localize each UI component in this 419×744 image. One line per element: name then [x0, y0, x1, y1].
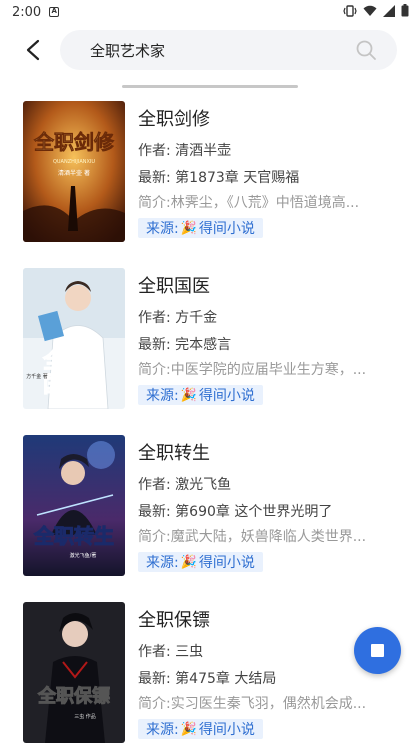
party-popper-icon: 🎉: [180, 387, 197, 403]
book-item[interactable]: 全职转生 激光飞鱼/著 全职转生 作者: 激光飞鱼 最新: 第690章 这个世界…: [0, 434, 419, 601]
book-author: 作者: 三虫: [138, 644, 204, 660]
book-source-tag[interactable]: 来源: 🎉 得间小说: [138, 218, 263, 238]
book-info: 全职国医 作者: 方千金 最新: 完本感言 简介:中医学院的应届毕业生方寒，..…: [138, 267, 388, 405]
cover-author: 方千金 著: [26, 373, 48, 380]
cover-author: 三虫 作品: [74, 713, 96, 720]
cover-title: 全职剑修: [33, 130, 115, 154]
book-info: 全职剑修 作者: 清酒半壶 最新: 第1873章 天官赐福 简介:林霁尘，《八荒…: [138, 100, 388, 238]
book-intro: 简介:实习医生秦飞羽，偶然机会成...: [138, 696, 367, 712]
cover-author: 激光飞鱼/著: [70, 552, 97, 559]
book-item[interactable]: 全职保镖 三虫 作品 全职保镖 作者: 三虫 最新: 第475章 大结局 简介:…: [0, 601, 419, 744]
source-name: 得间小说: [198, 722, 255, 738]
search-box[interactable]: [60, 30, 397, 70]
stop-search-button[interactable]: [354, 627, 401, 674]
source-prefix: 来源:: [146, 722, 179, 738]
party-popper-icon: 🎉: [180, 721, 197, 737]
signal-icon: [383, 4, 395, 17]
book-author: 作者: 清酒半壶: [138, 143, 232, 159]
book-cover[interactable]: 全职剑修 QUANZHIJIANXIU 清酒半壶 著: [23, 101, 125, 242]
book-title: 全职保镖: [138, 610, 210, 631]
book-intro: 简介:中医学院的应届毕业生方寒，...: [138, 362, 367, 378]
notification-icon: A: [49, 7, 60, 17]
book-item[interactable]: 全职剑修 QUANZHIJIANXIU 清酒半壶 著 全职剑修 作者: 清酒半壶…: [0, 100, 419, 267]
source-prefix: 来源:: [146, 221, 179, 237]
source-name: 得间小说: [198, 221, 255, 237]
book-source-tag[interactable]: 来源: 🎉 得间小说: [138, 552, 263, 572]
source-prefix: 来源:: [146, 388, 179, 404]
battery-icon: [401, 4, 409, 17]
search-header: [0, 24, 419, 78]
book-latest-chapter: 最新: 第690章 这个世界光明了: [138, 504, 333, 520]
search-icon[interactable]: [355, 39, 377, 61]
book-source-tag[interactable]: 来源: 🎉 得间小说: [138, 385, 263, 405]
cover-title: 全职转生: [33, 524, 114, 548]
cover-author: 清酒半壶 著: [58, 169, 90, 177]
status-bar: 2:00 A: [0, 0, 419, 24]
book-intro: 简介:林霁尘，《八荒》中悟道境高...: [138, 195, 360, 211]
book-latest-chapter: 最新: 完本感言: [138, 337, 232, 353]
stop-icon: [371, 644, 384, 657]
wifi-icon: [363, 5, 377, 16]
party-popper-icon: 🎉: [180, 554, 197, 570]
search-input[interactable]: [90, 41, 340, 59]
book-item[interactable]: 全职 国医 方千金 著 全职国医 作者: 方千金 最新: 完本感言 简介:中医学…: [0, 267, 419, 434]
source-name: 得间小说: [198, 555, 255, 571]
book-latest-chapter: 最新: 第1873章 天官赐福: [138, 170, 300, 186]
book-author: 作者: 方千金: [138, 310, 218, 326]
book-title: 全职国医: [138, 276, 210, 297]
back-button[interactable]: [18, 34, 50, 66]
source-prefix: 来源:: [146, 555, 179, 571]
vibrate-icon: [343, 4, 357, 17]
arrow-left-icon: [26, 39, 40, 61]
source-name: 得间小说: [198, 388, 255, 404]
cover-title: 全职: [42, 348, 87, 374]
book-info: 全职保镖 作者: 三虫 最新: 第475章 大结局 简介:实习医生秦飞羽，偶然机…: [138, 601, 388, 739]
book-cover[interactable]: 全职转生 激光飞鱼/著: [23, 435, 125, 576]
book-intro: 简介:魔武大陆，妖兽降临人类世界...: [138, 529, 367, 545]
book-cover[interactable]: 全职 国医 方千金 著: [23, 268, 125, 409]
book-title: 全职转生: [138, 443, 210, 464]
book-title: 全职剑修: [138, 109, 210, 130]
party-popper-icon: 🎉: [180, 220, 197, 236]
cover-title: 全职保镖: [37, 685, 110, 707]
book-latest-chapter: 最新: 第475章 大结局: [138, 671, 277, 687]
cover-title-2: 国医: [43, 373, 87, 398]
scroll-indicator: [122, 85, 298, 88]
status-time: 2:00: [12, 4, 42, 20]
book-cover[interactable]: 全职保镖 三虫 作品: [23, 602, 125, 743]
book-info: 全职转生 作者: 激光飞鱼 最新: 第690章 这个世界光明了 简介:魔武大陆，…: [138, 434, 388, 572]
book-source-tag[interactable]: 来源: 🎉 得间小说: [138, 719, 263, 739]
cover-subtitle: QUANZHIJIANXIU: [53, 159, 95, 165]
book-author: 作者: 激光飞鱼: [138, 477, 232, 493]
